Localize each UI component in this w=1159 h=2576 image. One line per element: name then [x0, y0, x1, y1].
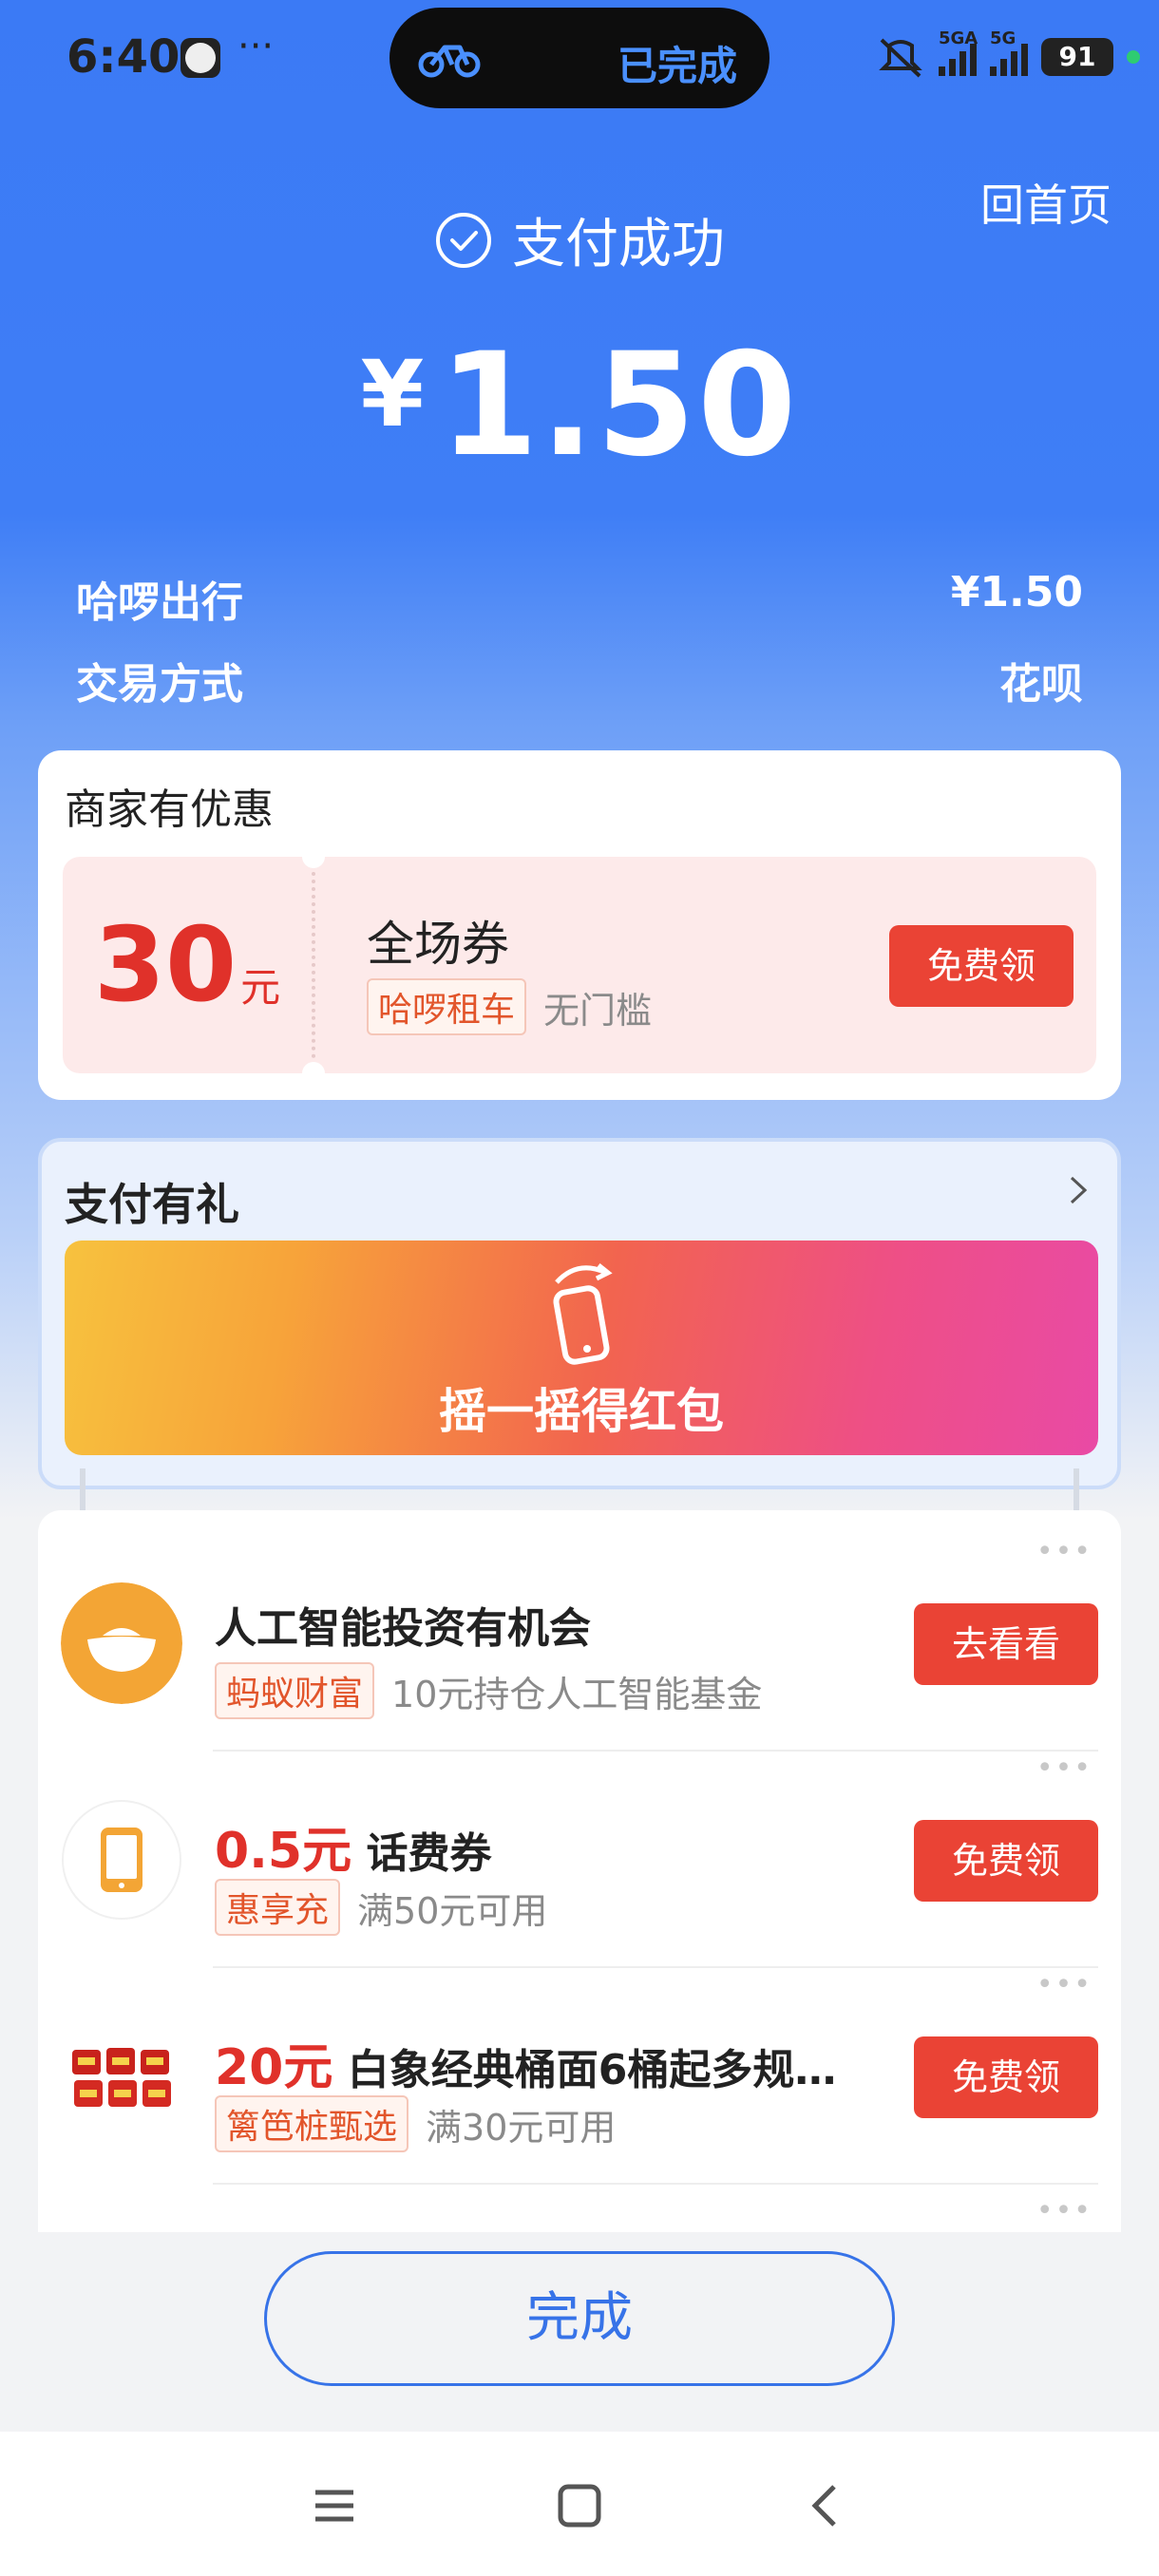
- coupon-amount: 30: [93, 905, 238, 1025]
- chevron-right-icon[interactable]: [1062, 1174, 1094, 1206]
- merchant-offer-title: 商家有优惠: [65, 786, 274, 834]
- recommendation-list: ••• 人工智能投资有机会 蚂蚁财富 10元持仓人工智能基金 去看看 ••• 0…: [38, 1510, 1121, 2232]
- coupon[interactable]: 30 元 全场券 哈啰租车 无门槛 免费领: [63, 845, 1096, 1085]
- mute-icon: [879, 38, 922, 78]
- paid-amount: ¥1.50: [0, 323, 1159, 488]
- shake-red-packet-banner[interactable]: 摇一摇得红包: [65, 1241, 1098, 1455]
- list-item-tag: 蚂蚁财富: [215, 1662, 375, 1719]
- list-item-title-text: 白象经典桶面6桶起多规…: [347, 2046, 837, 2094]
- currency-symbol: ¥: [360, 341, 425, 447]
- coupon-notch: [302, 845, 325, 868]
- payment-gift-title: 支付有礼: [65, 1179, 239, 1230]
- list-item-title: 人工智能投资有机会: [215, 1594, 591, 1655]
- coupon-notch: [302, 1062, 325, 1085]
- coupon-tags: 哈啰租车 无门槛: [367, 978, 652, 1035]
- list-item-title: 0.5元 话费券: [215, 1810, 491, 1882]
- coupon-condition: 无门槛: [543, 989, 653, 1032]
- gold-ingot-icon: [61, 1582, 182, 1704]
- list-item-tag: 惠享充: [215, 1879, 341, 1936]
- claim-button[interactable]: 免费领: [914, 2036, 1098, 2118]
- more-options-icon[interactable]: •••: [1036, 2194, 1092, 2227]
- coupon-merchant-tag: 哈啰租车: [367, 978, 527, 1035]
- merchant-offer-card: 商家有优惠 30 元 全场券 哈啰租车 无门槛 免费领: [38, 750, 1121, 1100]
- amount-value: 1.50: [439, 323, 799, 488]
- list-item-tags: 蚂蚁财富 10元持仓人工智能基金: [215, 1662, 762, 1719]
- more-notifications-icon: ···: [238, 25, 275, 68]
- view-button[interactable]: 去看看: [914, 1603, 1098, 1685]
- more-options-icon[interactable]: •••: [1036, 1535, 1092, 1568]
- privacy-indicator-dot: [1127, 50, 1140, 64]
- list-item-tags: 篱笆桩甄选 满30元可用: [215, 2095, 616, 2152]
- merchant-row: 哈啰出行 ¥1.50: [76, 568, 1083, 629]
- list-item[interactable]: ••• 20元 白象经典桶面6桶起多规… 篱笆桩甄选 满30元可用 免费领: [38, 1968, 1121, 2185]
- status-bar: 6:40 ··· 已完成 5GA 5G 91: [0, 0, 1159, 114]
- back-icon[interactable]: [800, 2479, 853, 2532]
- list-item-title-text: 话费券: [366, 1829, 492, 1878]
- check-circle-icon: [436, 212, 491, 268]
- list-item[interactable]: ••• 0.5元 话费券 惠享充 满50元可用 免费领: [38, 1752, 1121, 1968]
- status-time: 6:40: [66, 30, 180, 84]
- payment-gift-card[interactable]: 支付有礼 摇一摇得红包: [38, 1138, 1121, 1489]
- island-status-text: 已完成: [617, 43, 737, 89]
- list-item-tags: 惠享充 满50元可用: [215, 1879, 547, 1936]
- coupon-divider: [312, 872, 315, 1058]
- signal-5ga-icon: 5GA: [939, 28, 978, 76]
- payment-method-value: 花呗: [999, 660, 1083, 709]
- status-icons: 5GA 5G 91: [876, 28, 1140, 85]
- claim-coupon-button[interactable]: 免费领: [889, 925, 1074, 1007]
- list-item-tag: 篱笆桩甄选: [215, 2095, 409, 2152]
- coupon-name: 全场券: [367, 917, 509, 972]
- merchant-label: 哈啰出行: [76, 578, 243, 627]
- list-item-price: 20元: [215, 2039, 333, 2096]
- success-title: 支付成功: [512, 214, 725, 275]
- menu-icon[interactable]: [308, 2479, 361, 2532]
- payment-success-row: 支付成功: [0, 201, 1159, 278]
- list-item-desc: 满30元可用: [426, 2106, 617, 2149]
- list-item-title-text: 人工智能投资有机会: [215, 1604, 591, 1653]
- dynamic-island[interactable]: 已完成: [390, 8, 770, 108]
- shake-phone-icon: [553, 1263, 613, 1365]
- divider: [213, 2183, 1098, 2185]
- noodle-bowls-icon: [63, 2017, 180, 2135]
- payment-method-label: 交易方式: [76, 660, 243, 709]
- done-button[interactable]: 完成: [264, 2251, 895, 2386]
- more-options-icon[interactable]: •••: [1036, 1968, 1092, 2001]
- clock-app-icon: [180, 38, 220, 78]
- system-navigation-bar: [0, 2432, 1159, 2576]
- home-square-icon[interactable]: [553, 2479, 606, 2532]
- coupon-unit: 元: [240, 963, 281, 1011]
- battery-icon: 91: [1041, 38, 1113, 76]
- signal-5g-icon: 5G: [990, 28, 1028, 76]
- bike-icon: [418, 45, 481, 78]
- phone-icon: [62, 1800, 181, 1920]
- list-item-desc: 10元持仓人工智能基金: [391, 1673, 763, 1715]
- coupon-value: 30 元: [63, 857, 312, 1073]
- merchant-amount: ¥1.50: [950, 568, 1083, 616]
- list-item-title: 20元 白象经典桶面6桶起多规…: [215, 2027, 836, 2098]
- list-item-price: 0.5元: [215, 1823, 352, 1880]
- payment-method-row: 交易方式 花呗: [76, 650, 1083, 710]
- list-item[interactable]: ••• 人工智能投资有机会 蚂蚁财富 10元持仓人工智能基金 去看看: [38, 1535, 1121, 1752]
- more-options-icon[interactable]: •••: [1036, 1752, 1092, 1785]
- claim-button[interactable]: 免费领: [914, 1820, 1098, 1902]
- list-item-desc: 满50元可用: [357, 1889, 548, 1932]
- shake-banner-text: 摇一摇得红包: [439, 1384, 724, 1439]
